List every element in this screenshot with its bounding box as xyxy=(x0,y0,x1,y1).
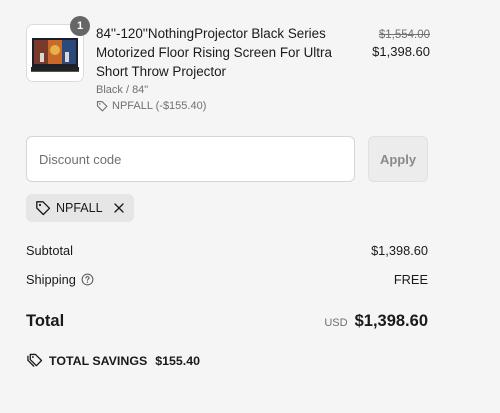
product-discount: NPFALL (-$155.40) xyxy=(96,99,364,113)
product-thumbnail-wrap: 1 xyxy=(26,16,90,82)
subtotal-row: Subtotal $1,398.60 xyxy=(26,243,428,258)
shipping-value: FREE xyxy=(393,272,428,287)
remove-code-button[interactable] xyxy=(113,202,125,214)
currency-code: USD xyxy=(324,317,348,329)
discount-code-input[interactable] xyxy=(26,136,355,182)
apply-button[interactable]: Apply xyxy=(368,136,428,182)
product-info: 84''-120''NothingProjector Black Series … xyxy=(96,24,364,113)
total-value-group: USD $1,398.60 xyxy=(324,312,428,331)
product-title: 84''-120''NothingProjector Black Series … xyxy=(96,26,332,79)
close-icon[interactable] xyxy=(113,202,125,214)
price-original: $1,554.00 xyxy=(378,29,430,41)
subtotal-value: $1,398.60 xyxy=(371,243,428,258)
shipping-row: Shipping FREE xyxy=(26,272,428,287)
total-label: Total xyxy=(26,312,65,330)
total-value: $1,398.60 xyxy=(354,312,428,330)
product-prices: $1,554.00 $1,398.60 xyxy=(372,28,430,61)
tag-icon xyxy=(36,201,51,216)
applied-discount-chip: NPFALL xyxy=(26,194,134,222)
subtotal-label: Subtotal xyxy=(26,243,73,258)
savings-value: $155.40 xyxy=(155,353,201,368)
savings-tag-icon xyxy=(27,353,43,367)
help-icon[interactable] xyxy=(81,273,94,286)
line-item: 1 84''-120''NothingProjector Black Serie… xyxy=(26,16,430,116)
product-discount-label: NPFALL (-$155.40) xyxy=(112,100,207,112)
total-savings: TOTAL SAVINGS $155.40 xyxy=(26,353,200,368)
product-variant: Black / 84" xyxy=(96,84,149,96)
price-current: $1,398.60 xyxy=(372,44,430,59)
tag-icon xyxy=(96,100,108,112)
applied-code-label: NPFALL xyxy=(56,201,103,215)
discount-form: Apply xyxy=(26,136,428,182)
total-row: Total USD $1,398.60 xyxy=(26,312,428,331)
quantity-badge: 1 xyxy=(70,16,90,36)
shipping-label-group: Shipping xyxy=(26,272,94,287)
savings-label: TOTAL SAVINGS xyxy=(49,353,148,368)
shipping-label: Shipping xyxy=(26,272,76,287)
